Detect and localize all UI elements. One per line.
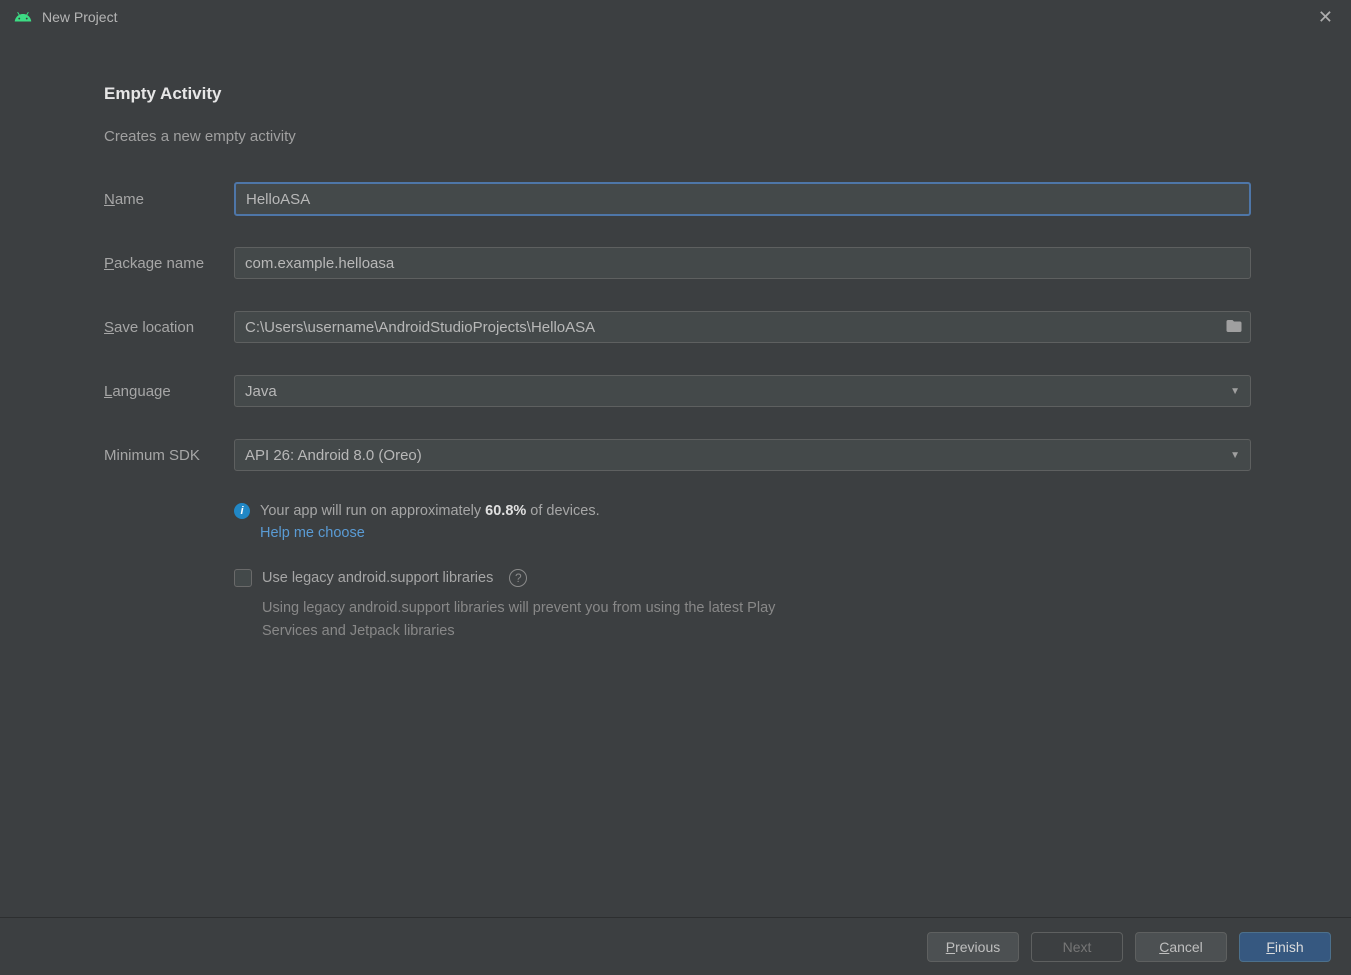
device-coverage-text: Your app will run on approximately 60.8%… <box>260 503 600 519</box>
close-icon[interactable]: ✕ <box>1310 3 1341 32</box>
browse-folder-icon[interactable] <box>1225 317 1243 339</box>
dialog-footer: Previous Next Cancel Finish <box>0 917 1351 975</box>
legacy-checkbox-label: Use legacy android.support libraries <box>262 570 493 586</box>
help-icon[interactable]: ? <box>509 569 527 587</box>
device-info-block: i Your app will run on approximately 60.… <box>234 503 1251 541</box>
legacy-checkbox[interactable] <box>234 569 252 587</box>
help-me-choose-link[interactable]: Help me choose <box>260 525 1251 541</box>
label-package: Package name <box>104 255 234 272</box>
language-select[interactable]: Java ▼ <box>234 375 1251 407</box>
language-value: Java <box>245 383 277 400</box>
minimum-sdk-value: API 26: Android 8.0 (Oreo) <box>245 447 422 464</box>
cancel-button[interactable]: Cancel <box>1135 932 1227 962</box>
row-package: Package name <box>104 247 1251 279</box>
page-title: Empty Activity <box>104 84 1251 104</box>
dialog-content: Empty Activity Creates a new empty activ… <box>0 34 1351 643</box>
label-language: Language <box>104 383 234 400</box>
legacy-block: Use legacy android.support libraries ? U… <box>234 569 1251 643</box>
row-save-location: Save location <box>104 311 1251 343</box>
package-input[interactable] <box>234 247 1251 279</box>
label-save: Save location <box>104 319 234 336</box>
legacy-note: Using legacy android.support libraries w… <box>262 597 822 643</box>
label-name: Name <box>104 191 234 208</box>
page-subtitle: Creates a new empty activity <box>104 128 1251 145</box>
title-bar: New Project ✕ <box>0 0 1351 34</box>
finish-button[interactable]: Finish <box>1239 932 1331 962</box>
chevron-down-icon: ▼ <box>1230 386 1240 397</box>
previous-button[interactable]: Previous <box>927 932 1019 962</box>
chevron-down-icon: ▼ <box>1230 450 1240 461</box>
label-minsdk: Minimum SDK <box>104 447 234 464</box>
name-input[interactable] <box>234 182 1251 216</box>
row-language: Language Java ▼ <box>104 375 1251 407</box>
row-name: Name <box>104 183 1251 215</box>
row-minimum-sdk: Minimum SDK API 26: Android 8.0 (Oreo) ▼ <box>104 439 1251 471</box>
info-icon: i <box>234 503 250 519</box>
next-button: Next <box>1031 932 1123 962</box>
save-location-input[interactable] <box>234 311 1251 343</box>
window-title: New Project <box>42 9 1310 25</box>
minimum-sdk-select[interactable]: API 26: Android 8.0 (Oreo) ▼ <box>234 439 1251 471</box>
android-icon <box>14 8 32 26</box>
